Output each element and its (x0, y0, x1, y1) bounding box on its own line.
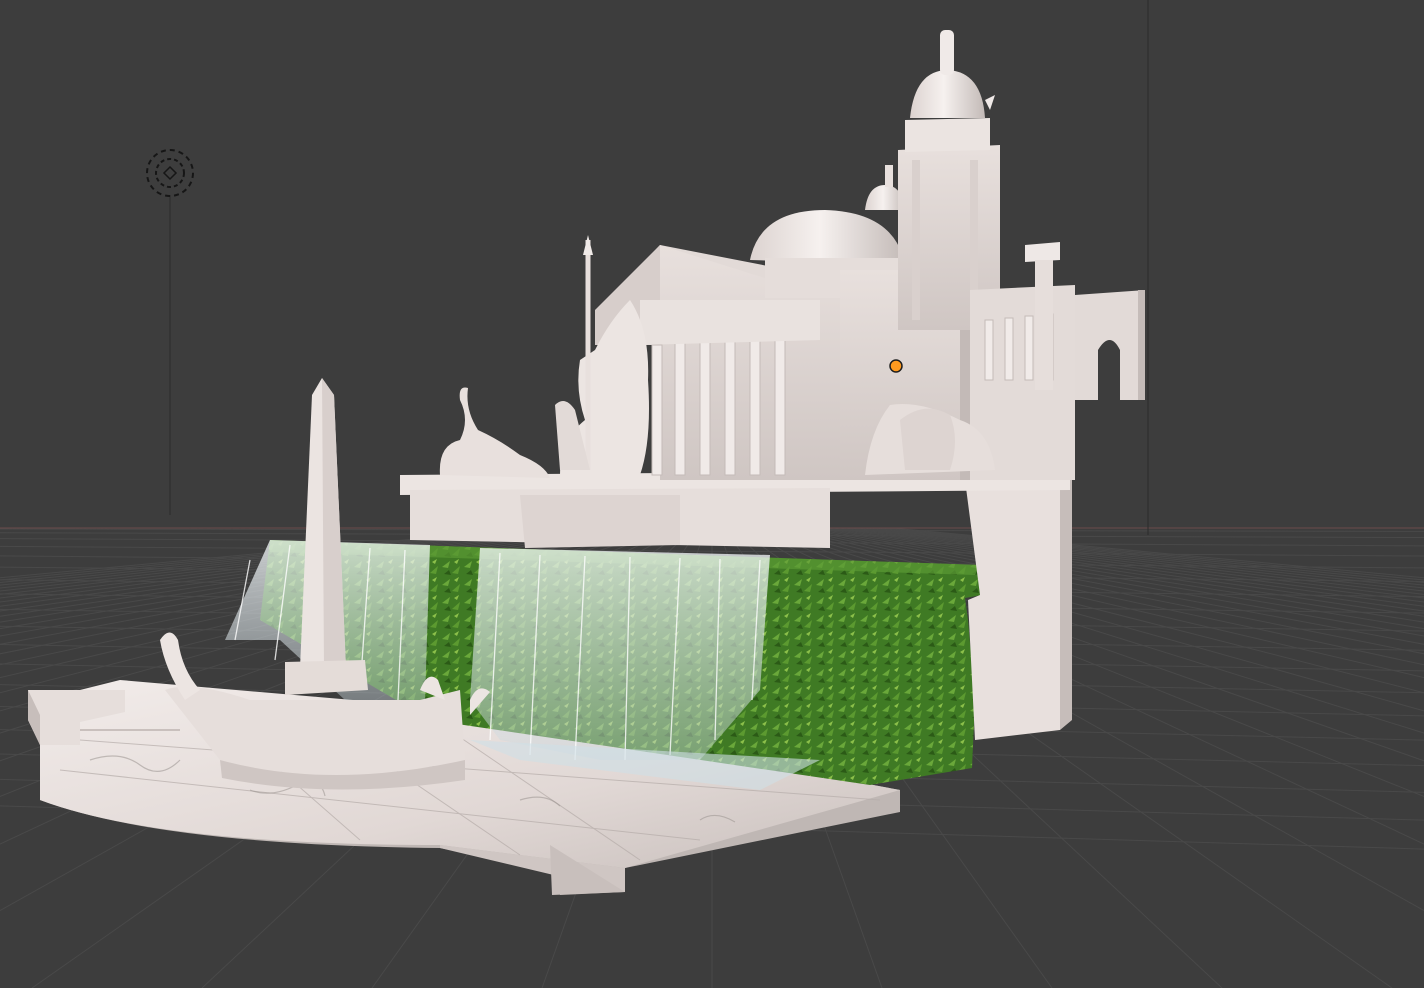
origin-dot-icon[interactable] (889, 359, 903, 373)
viewport-canvas[interactable] (0, 0, 1424, 988)
fountain-model[interactable] (28, 30, 1145, 895)
light-icon[interactable] (146, 149, 194, 197)
3d-viewport[interactable] (0, 0, 1424, 988)
